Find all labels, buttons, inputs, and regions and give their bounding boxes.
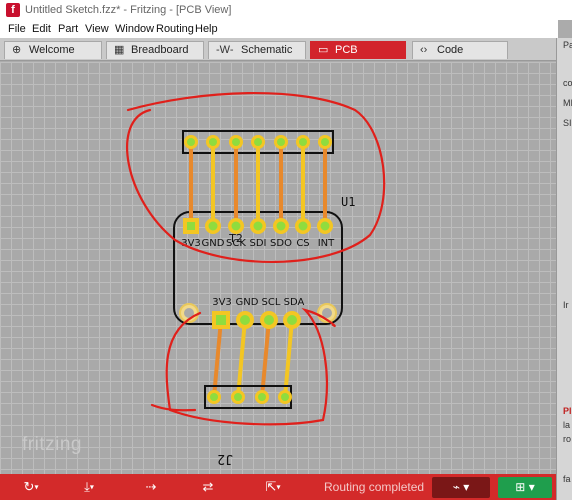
rp-text-0: Pa bbox=[563, 40, 572, 50]
routing-status: Routing completed bbox=[324, 480, 425, 494]
tab-code[interactable]: ‹› Code bbox=[412, 41, 508, 59]
j2-pin-label-gnd: GND bbox=[236, 297, 259, 308]
view-tabbar: ⊕ Welcome ▦ Breadboard -W- Schematic ▭ P… bbox=[0, 38, 558, 61]
rp-text-8: fa bbox=[563, 474, 571, 484]
j2-pin-label-sda: SDA bbox=[284, 297, 305, 308]
pcb-canvas[interactable]: 3V3 GND SCK SDI SDO CS INT T2 U1 3V3 GND… bbox=[0, 62, 556, 474]
share-button[interactable]: ⇱▾ bbox=[258, 478, 288, 496]
tab-breadboard-label: Breadboard bbox=[131, 44, 189, 56]
tab-schematic-label: Schematic bbox=[241, 44, 293, 56]
export-button[interactable]: ⊞ ▾ bbox=[498, 477, 552, 498]
menu-file[interactable]: File bbox=[8, 23, 26, 35]
j2-header-pads bbox=[207, 390, 292, 404]
share-icon: ⇱ bbox=[265, 479, 277, 494]
u1-pin-label-gnd: GND bbox=[202, 238, 225, 249]
export-icon: ⊞ bbox=[515, 480, 526, 494]
tab-breadboard[interactable]: ▦ Breadboard bbox=[106, 41, 204, 59]
menubar: File Edit Part View Window Routing Help bbox=[0, 20, 558, 38]
tab-pcb[interactable]: ▭ PCB bbox=[310, 41, 406, 59]
bottom-toolbar: ↻▾ ⤓▾ ⇢ ⇄ ⇱▾ Routing completed ⌁ ▾ ⊞ ▾ bbox=[0, 474, 556, 500]
j2-part-label-mirrored: J2 bbox=[217, 451, 233, 466]
u1-pin-label-sdo: SDO bbox=[270, 238, 292, 249]
rotate-button[interactable]: ↻▾ bbox=[14, 478, 48, 496]
tab-welcome[interactable]: ⊕ Welcome bbox=[4, 41, 102, 59]
fritzing-watermark: fritzing bbox=[22, 434, 82, 455]
rp-text-3: SI bbox=[563, 118, 572, 128]
j2-pin-label-scl: SCL bbox=[262, 297, 281, 308]
tab-schematic[interactable]: -W- Schematic bbox=[208, 41, 306, 59]
u1-pin-label-cs: CS bbox=[296, 238, 309, 249]
menu-view[interactable]: View bbox=[85, 23, 109, 35]
autoroute-tool-button[interactable]: ⇄ bbox=[195, 478, 221, 496]
pcb-icon: ▭ bbox=[318, 44, 329, 56]
rp-text-7: ro bbox=[563, 434, 572, 444]
send-to-back-button[interactable]: ⤓▾ bbox=[74, 478, 104, 496]
window-titlebar: f Untitled Sketch.fzz* - Fritzing - [PCB… bbox=[0, 0, 572, 20]
route-icon: ⌁ bbox=[452, 480, 460, 494]
vias-button[interactable]: ⇢ bbox=[138, 478, 164, 496]
annotation-tail bbox=[150, 403, 197, 412]
menu-window[interactable]: Window bbox=[115, 23, 154, 35]
menu-help[interactable]: Help bbox=[195, 23, 218, 35]
u1-pin-label-int: INT bbox=[318, 238, 335, 249]
schematic-icon: -W- bbox=[216, 44, 234, 56]
tab-code-label: Code bbox=[437, 44, 464, 56]
u1-overlap-label: T2 bbox=[228, 232, 243, 245]
rp-text-5: Pl bbox=[563, 406, 572, 416]
window-title: Untitled Sketch.fzz* - Fritzing - [PCB V… bbox=[25, 4, 232, 16]
rp-text-6: la bbox=[563, 420, 571, 430]
menu-routing[interactable]: Routing bbox=[156, 23, 194, 35]
rp-text-1: co bbox=[563, 78, 572, 88]
rp-text-4: Ir bbox=[563, 300, 569, 310]
code-icon: ‹› bbox=[420, 44, 428, 56]
tab-welcome-label: Welcome bbox=[29, 44, 75, 56]
j2-pin-label-3v3: 3V3 bbox=[212, 297, 232, 308]
rotate-icon: ↻ bbox=[23, 479, 35, 494]
fritzing-app-icon: f bbox=[6, 3, 20, 17]
j2-inner-pads bbox=[212, 311, 301, 329]
menu-edit[interactable]: Edit bbox=[32, 23, 51, 35]
autoroute-tool-icon: ⇄ bbox=[202, 479, 214, 494]
vias-icon: ⇢ bbox=[145, 479, 157, 494]
annotation-circle-top bbox=[126, 92, 386, 263]
autoroute-button[interactable]: ⌁ ▾ bbox=[432, 477, 490, 498]
top-header-pads bbox=[184, 135, 332, 149]
u1-traces bbox=[189, 140, 327, 228]
u1-part-label: U1 bbox=[341, 195, 355, 209]
u1-pads bbox=[183, 218, 333, 234]
breadboard-icon: ▦ bbox=[114, 44, 125, 56]
right-dock-panel[interactable]: Pa co MI SI Ir Pl la ro fa bbox=[556, 38, 572, 500]
menu-part[interactable]: Part bbox=[58, 23, 78, 35]
u1-pin-label-sdi: SDI bbox=[250, 238, 267, 249]
pcb-drawing: 3V3 GND SCK SDI SDO CS INT T2 U1 3V3 GND… bbox=[126, 92, 386, 466]
rp-text-2: MI bbox=[563, 98, 572, 108]
globe-icon: ⊕ bbox=[12, 44, 22, 56]
tab-pcb-label: PCB bbox=[335, 44, 358, 56]
